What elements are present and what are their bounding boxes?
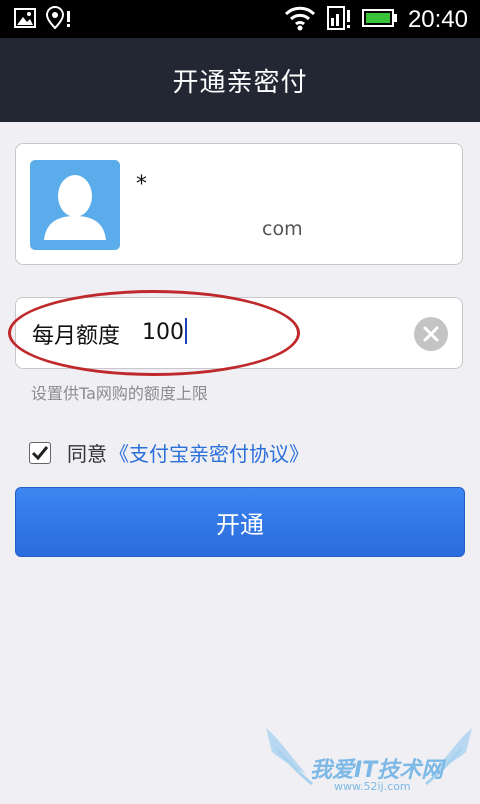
page-title: 开通亲密付 xyxy=(172,67,308,98)
limit-hint: 设置供Ta网购的额度上限 xyxy=(31,384,208,403)
status-time: 20:40 xyxy=(407,6,468,33)
user-card: * com xyxy=(15,143,463,265)
agreement-checkbox[interactable] xyxy=(29,441,51,464)
checkmark-icon xyxy=(31,445,49,460)
agreement-prefix: 同意 xyxy=(67,442,107,466)
clear-input-button[interactable] xyxy=(414,317,448,351)
wifi-icon xyxy=(284,5,316,35)
watermark: 我爱IT技术网 www.52ij.com xyxy=(262,722,476,800)
text-caret xyxy=(185,318,187,344)
location-alert-icon xyxy=(45,5,72,34)
watermark-url: www.52ij.com xyxy=(334,780,411,793)
user-silhouette-icon xyxy=(44,175,106,240)
image-icon xyxy=(14,7,36,33)
monthly-limit-value[interactable]: 100 xyxy=(142,318,187,345)
open-button[interactable]: 开通 xyxy=(15,487,465,557)
signal-icon xyxy=(326,4,352,36)
agreement-link[interactable]: 《支付宝亲密付协议》 xyxy=(109,438,309,467)
status-bar: 20:40 xyxy=(0,0,480,38)
battery-icon xyxy=(361,8,398,32)
monthly-limit-input[interactable]: 每月额度 100 xyxy=(15,297,463,369)
monthly-limit-label: 每月额度 xyxy=(32,324,121,349)
close-icon xyxy=(423,326,439,342)
agreement-row: 同意 《支付宝亲密付协议》 xyxy=(29,438,309,467)
user-name: * xyxy=(136,172,147,197)
title-bar: 开通亲密付 xyxy=(0,38,480,122)
avatar xyxy=(30,160,120,250)
user-account: com xyxy=(262,218,303,240)
